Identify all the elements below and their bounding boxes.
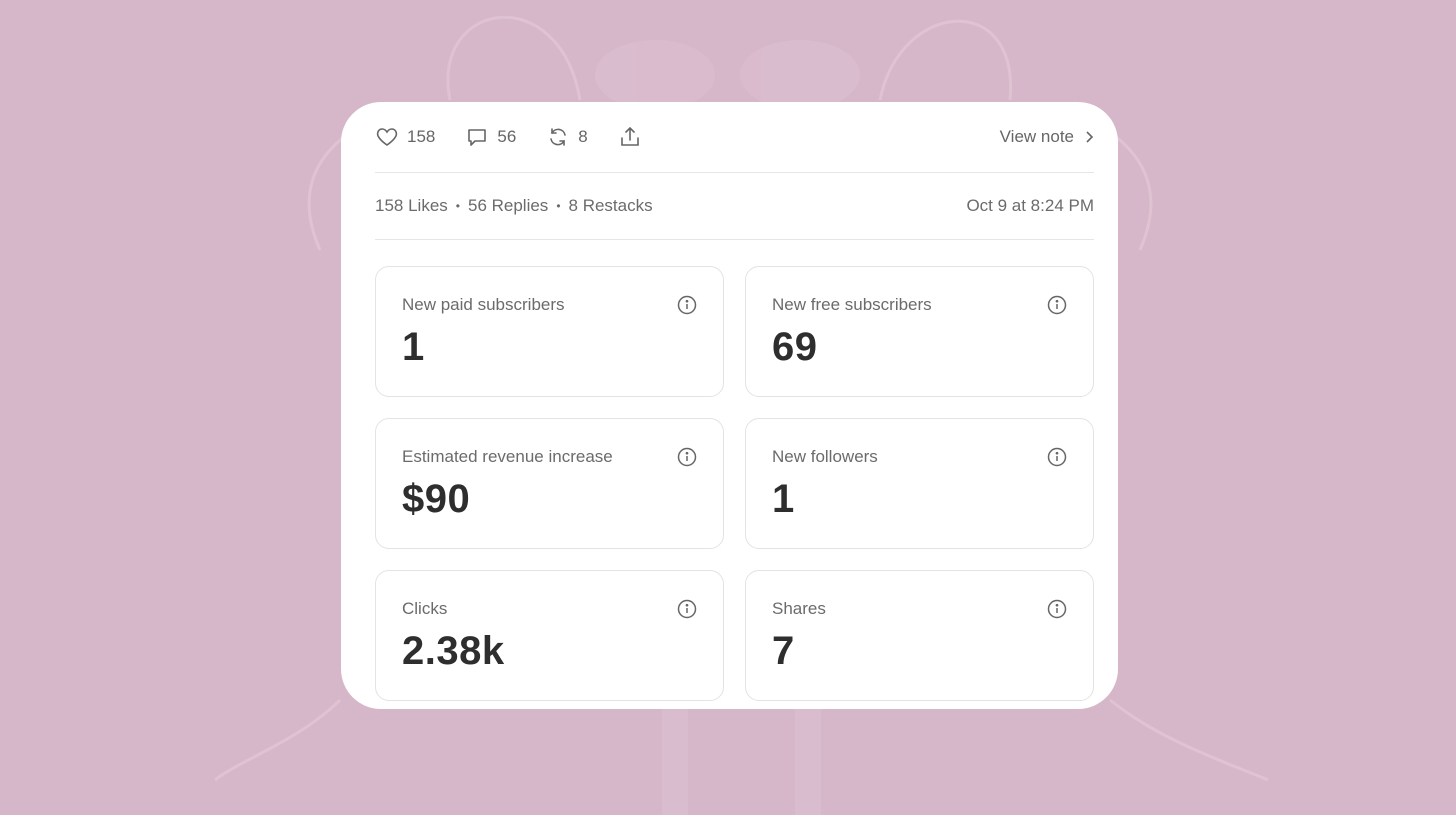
stat-label: Shares xyxy=(772,599,826,618)
stat-value: 7 xyxy=(772,629,795,673)
replies-summary: 56 Replies xyxy=(467,196,549,215)
stat-value: $90 xyxy=(402,477,471,521)
engagement-summary: 158 Likes • 56 Replies • 8 Restacks Oct … xyxy=(375,173,1094,239)
heart-icon xyxy=(376,128,398,146)
stat-card-new-paid-subscribers: New paid subscribers 1 xyxy=(375,266,724,397)
likes-summary: 158 Likes xyxy=(375,196,448,215)
info-icon[interactable] xyxy=(677,599,697,619)
stats-grid: New paid subscribers 1 New free subscrib… xyxy=(375,266,1094,701)
stat-value: 2.38k xyxy=(402,629,505,673)
restacks-summary: 8 Restacks xyxy=(568,196,653,215)
share-icon xyxy=(620,126,639,146)
stat-card-new-free-subscribers: New free subscribers 69 xyxy=(745,266,1094,397)
stat-label: Estimated revenue increase xyxy=(402,447,613,466)
info-icon[interactable] xyxy=(1047,447,1067,467)
note-actions-toolbar: 158 56 8 View note xyxy=(375,102,1094,172)
separator-dot: • xyxy=(455,199,460,213)
like-button[interactable]: 158 xyxy=(375,125,435,149)
note-timestamp: Oct 9 at 8:24 PM xyxy=(966,196,1094,215)
stat-card-shares: Shares 7 xyxy=(745,570,1094,701)
reply-count: 56 xyxy=(497,127,517,146)
stat-card-clicks: Clicks 2.38k xyxy=(375,570,724,701)
share-button[interactable] xyxy=(618,125,642,149)
stat-label: New followers xyxy=(772,447,878,466)
restack-icon xyxy=(550,128,567,146)
restack-button[interactable]: 8 xyxy=(546,125,588,149)
stat-card-estimated-revenue-increase: Estimated revenue increase $90 xyxy=(375,418,724,549)
reply-button[interactable]: 56 xyxy=(465,125,516,149)
stat-label: New paid subscribers xyxy=(402,295,565,314)
info-icon[interactable] xyxy=(677,447,697,467)
separator-dot: • xyxy=(556,199,561,213)
note-stats-card: 158 56 8 View note 158 Likes • 56 Replie… xyxy=(341,102,1118,709)
stat-label: New free subscribers xyxy=(772,295,932,314)
stat-value: 1 xyxy=(402,325,425,369)
stat-value: 69 xyxy=(772,325,818,369)
stat-label: Clicks xyxy=(402,599,448,618)
restack-count: 8 xyxy=(578,127,588,146)
comment-icon xyxy=(468,129,487,146)
view-note-label: View note xyxy=(999,127,1074,146)
chevron-right-icon xyxy=(1086,131,1094,143)
view-note-link[interactable]: View note xyxy=(1000,127,1094,147)
stat-value: 1 xyxy=(772,477,795,521)
like-count: 158 xyxy=(407,127,436,146)
info-icon[interactable] xyxy=(1047,295,1067,315)
stat-card-new-followers: New followers 1 xyxy=(745,418,1094,549)
info-icon[interactable] xyxy=(677,295,697,315)
divider xyxy=(375,239,1094,240)
info-icon[interactable] xyxy=(1047,599,1067,619)
